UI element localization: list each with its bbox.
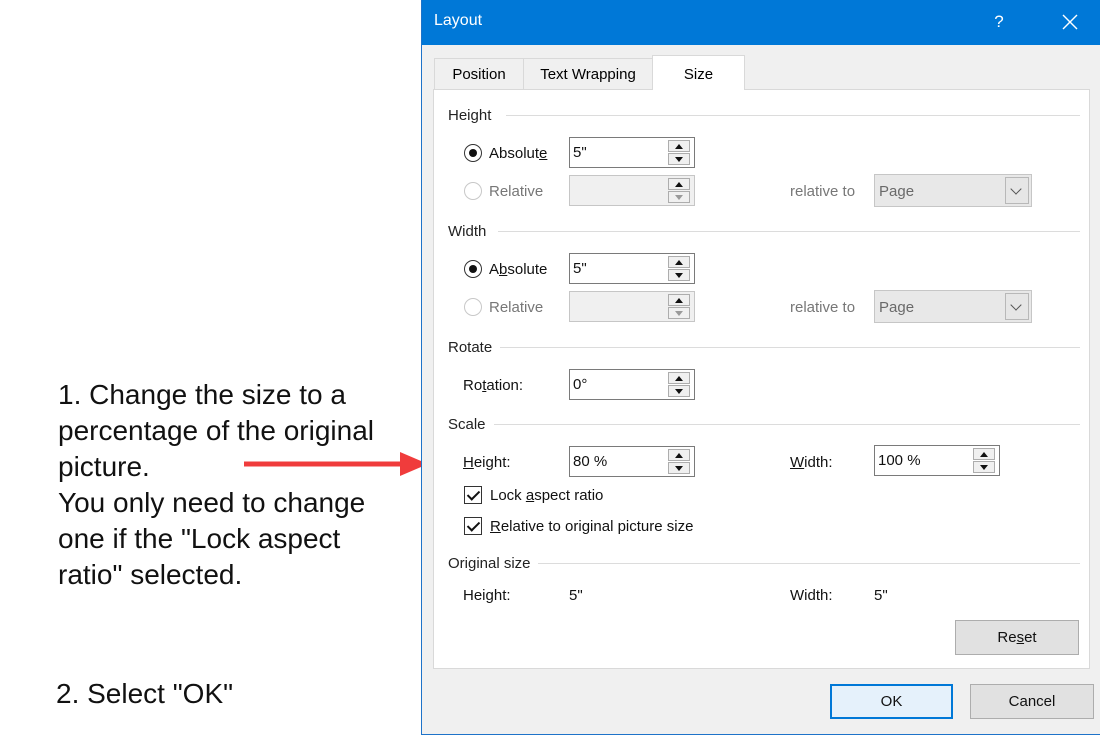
spin-down-button[interactable] — [668, 269, 690, 281]
width-absolute-radio[interactable] — [464, 260, 482, 278]
annotation-arrow — [244, 452, 428, 476]
relative-original-size-checkbox[interactable] — [464, 517, 482, 535]
scale-section-label: Scale — [448, 416, 486, 433]
height-absolute-radio[interactable] — [464, 144, 482, 162]
height-relative-label: Relative — [489, 183, 544, 200]
section-divider — [506, 115, 1080, 116]
spin-down-button[interactable] — [668, 307, 690, 319]
spin-up-button[interactable] — [668, 294, 690, 306]
scale-height-input[interactable]: 80 % — [569, 446, 695, 477]
tab-size[interactable]: Size — [652, 55, 745, 90]
original-height-label: Height: — [463, 587, 511, 604]
rotation-input[interactable]: 0° — [569, 369, 695, 400]
spin-down-button[interactable] — [668, 385, 690, 397]
original-width-label: Width: — [790, 587, 833, 604]
instruction-line: 2. Select "OK" — [56, 678, 234, 709]
help-button[interactable]: ? — [987, 10, 1011, 34]
width-relative-label: Relative — [489, 299, 544, 316]
instruction-step-2: 2. Select "OK" — [56, 676, 233, 712]
section-divider — [494, 424, 1080, 425]
tab-label: Position — [452, 66, 506, 83]
relative-original-size-label: Relative to original picture size — [490, 518, 694, 535]
spin-up-button[interactable] — [668, 140, 690, 152]
spin-up-button[interactable] — [668, 178, 690, 190]
height-absolute-input[interactable]: 5" — [569, 137, 695, 168]
width-relative-to-label: relative to — [790, 299, 856, 316]
width-relative-radio[interactable] — [464, 298, 482, 316]
spin-down-button[interactable] — [668, 462, 690, 474]
ok-button[interactable]: OK — [830, 684, 953, 719]
width-absolute-label: Absolute — [489, 261, 548, 278]
tab-label: Text Wrapping — [540, 66, 636, 83]
spin-down-button[interactable] — [973, 461, 995, 473]
height-relative-radio[interactable] — [464, 182, 482, 200]
title-bar: Layout ? — [422, 0, 1100, 45]
height-absolute-label: Absolute — [489, 145, 548, 162]
section-divider — [538, 563, 1080, 564]
spin-down-button[interactable] — [668, 191, 690, 203]
section-divider — [498, 231, 1080, 232]
original-height-value: 5" — [569, 587, 583, 604]
select-value: Page — [879, 299, 915, 316]
height-relative-to-label: relative to — [790, 183, 856, 200]
chevron-down-icon — [1005, 293, 1029, 320]
rotation-value: 0° — [573, 376, 588, 393]
scale-width-value: 100 % — [878, 452, 921, 469]
width-absolute-value: 5" — [573, 260, 587, 277]
instruction-line: ratio" selected. — [58, 559, 243, 590]
instruction-step-1: 1. Change the size to a percentage of th… — [58, 377, 374, 593]
chevron-down-icon — [1005, 177, 1029, 204]
instruction-line: percentage of the original — [58, 415, 374, 446]
spin-down-button[interactable] — [668, 153, 690, 165]
rotation-label: Rotation: — [463, 377, 524, 394]
reset-button[interactable]: Reset — [955, 620, 1079, 655]
scale-height-value: 80 % — [573, 453, 608, 470]
scale-width-label: Width: — [790, 454, 833, 471]
instruction-line: 1. Change the size to a — [58, 379, 346, 410]
instruction-line: You only need to change — [58, 487, 366, 518]
width-relative-input[interactable] — [569, 291, 695, 322]
original-width-value: 5" — [874, 587, 888, 604]
section-divider — [500, 347, 1080, 348]
tab-text-wrapping[interactable]: Text Wrapping — [523, 58, 653, 89]
close-icon — [1062, 14, 1078, 30]
lock-aspect-ratio-checkbox[interactable] — [464, 486, 482, 504]
width-absolute-input[interactable]: 5" — [569, 253, 695, 284]
cancel-button[interactable]: Cancel — [970, 684, 1094, 719]
lock-aspect-ratio-label: Lock aspect ratio — [490, 487, 604, 504]
close-button[interactable] — [1053, 8, 1087, 36]
scale-width-input[interactable]: 100 % — [874, 445, 1000, 476]
spin-up-button[interactable] — [668, 372, 690, 384]
spin-up-button[interactable] — [668, 256, 690, 268]
scale-height-label: Height: — [463, 454, 511, 471]
spin-up-button[interactable] — [668, 449, 690, 461]
height-relative-input[interactable] — [569, 175, 695, 206]
size-tab-panel: Height Absolute 5" Relative relative to … — [433, 89, 1090, 669]
height-absolute-value: 5" — [573, 144, 587, 161]
rotate-section-label: Rotate — [448, 339, 493, 356]
tab-label: Size — [683, 66, 714, 83]
dialog-title: Layout — [434, 12, 483, 29]
width-section-label: Width — [448, 223, 487, 240]
height-section-label: Height — [448, 107, 492, 124]
width-relative-to-select[interactable]: Page — [874, 290, 1032, 323]
layout-dialog: Layout ? Position Text Wrapping Size Hei… — [421, 0, 1100, 735]
height-relative-to-select[interactable]: Page — [874, 174, 1032, 207]
spin-up-button[interactable] — [973, 448, 995, 460]
instruction-line: one if the "Lock aspect — [58, 523, 341, 554]
tab-position[interactable]: Position — [434, 58, 524, 89]
select-value: Page — [879, 183, 915, 200]
original-size-section-label: Original size — [448, 555, 531, 572]
